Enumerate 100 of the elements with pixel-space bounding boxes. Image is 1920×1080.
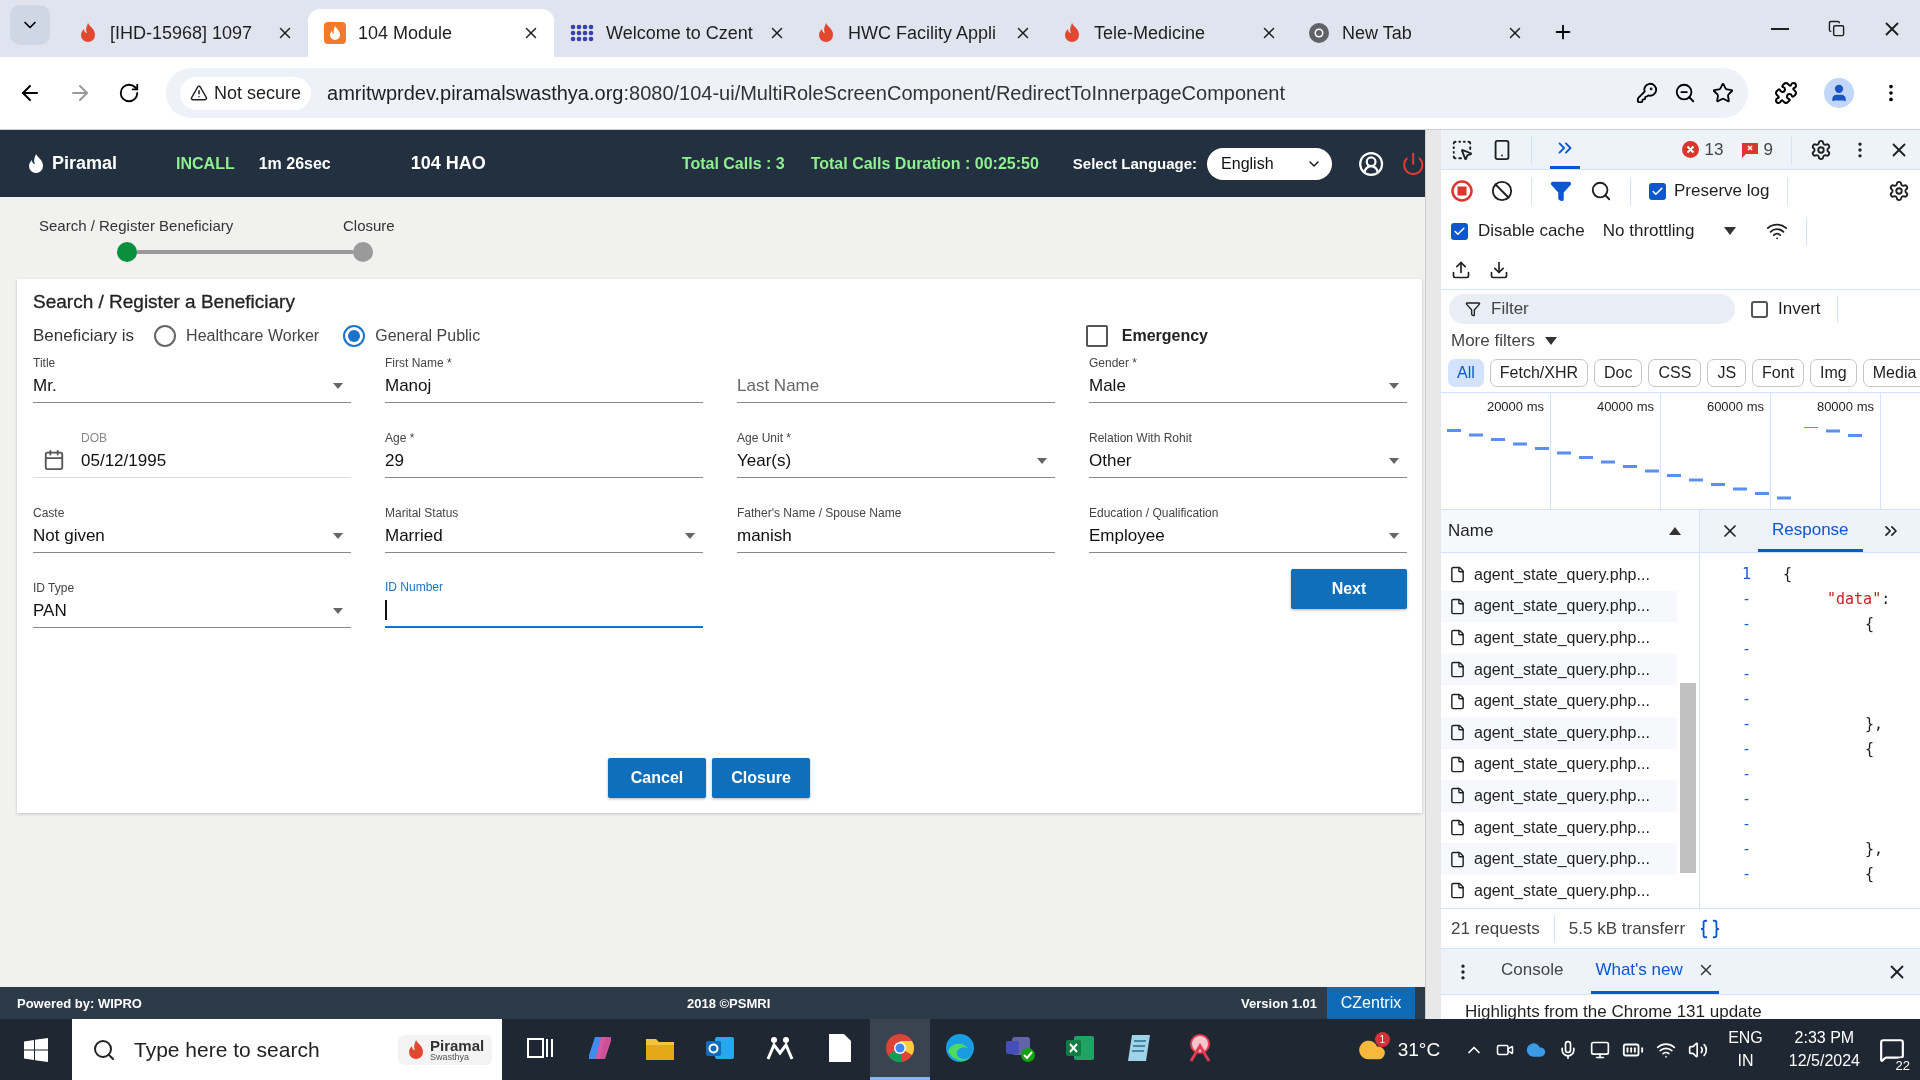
user-icon[interactable] — [1358, 149, 1385, 178]
drawer-tab[interactable]: Console — [1497, 949, 1568, 994]
braces-icon[interactable] — [1699, 917, 1722, 940]
browser-tab[interactable]: New Tab — [1292, 9, 1538, 57]
radio-icon[interactable] — [343, 325, 366, 347]
request-row[interactable]: agent_state_query.php... — [1441, 590, 1677, 623]
record-icon[interactable] — [1451, 180, 1473, 202]
input-field[interactable]: Father's Name / Spouse Name manish — [737, 491, 1055, 553]
zoom-icon[interactable] — [1674, 82, 1696, 104]
star-icon[interactable] — [1712, 82, 1734, 104]
throttling-select[interactable]: No throttling — [1602, 221, 1695, 241]
code-text: }, — [1865, 714, 1884, 733]
settings-icon[interactable] — [1888, 180, 1910, 202]
line-number: - — [1740, 764, 1752, 783]
select-field[interactable]: ID Type PAN — [33, 566, 351, 628]
step-dot[interactable] — [117, 242, 137, 262]
type-filter-chip[interactable]: JS — [1707, 359, 1747, 387]
field-label: Age * — [385, 431, 416, 445]
flame-icon — [324, 22, 346, 44]
select-field[interactable]: Caste Not given — [33, 491, 351, 553]
cancel-button[interactable]: Cancel — [608, 758, 706, 798]
closure-button[interactable]: Closure — [712, 758, 810, 798]
document-icon[interactable] — [828, 1033, 852, 1063]
filter-icon[interactable] — [1550, 180, 1572, 202]
field-label: Education / Qualification — [1089, 506, 1220, 520]
address-field[interactable]: Not secure amritwprdev.piramalswasthya.org:8080/104-ui/MultiRoleScreenComponent/RedirectToInnerpageComponent — [166, 68, 1748, 118]
field-label: ID Number — [385, 580, 444, 594]
download-icon[interactable] — [1489, 259, 1509, 280]
select-field[interactable]: Relation With Rohit Other — [1089, 416, 1407, 478]
language-select[interactable]: English — [1207, 147, 1333, 180]
browser-tab[interactable]: HWC Facility Appli — [800, 9, 1046, 57]
puzzle-icon[interactable] — [1774, 81, 1798, 105]
monitor-icon[interactable] — [1590, 1039, 1611, 1060]
search-highlight[interactable]: Piramal Swasthya — [398, 1034, 493, 1065]
field-label: Relation With Rohit — [1089, 431, 1193, 445]
browser-tab[interactable]: 104 Module — [308, 9, 554, 57]
next-button[interactable]: Next — [1291, 569, 1407, 609]
type-filter-chip[interactable]: CSS — [1648, 359, 1702, 387]
people-icon[interactable] — [765, 1035, 795, 1061]
input-field[interactable]: First Name * Manoj — [385, 341, 703, 403]
error-count[interactable]: 13 — [1681, 139, 1724, 160]
radio-icon[interactable] — [154, 325, 177, 347]
input-field[interactable]: Last Name — [737, 341, 1055, 403]
browser-tab[interactable]: Tele-Medicine — [1046, 9, 1292, 57]
request-row[interactable]: agent_state_query.php... — [1441, 653, 1677, 686]
request-row[interactable]: agent_state_query.php... — [1441, 843, 1677, 875]
issue-count[interactable]: 9 — [1741, 139, 1773, 160]
browser-tab[interactable]: [IHD-15968] 1097 — [62, 9, 308, 57]
spreadsheet-icon[interactable] — [1065, 1034, 1095, 1062]
mail-icon[interactable] — [705, 1034, 735, 1062]
select-field[interactable]: Education / Qualification Employee — [1089, 491, 1407, 553]
type-filter-chip[interactable]: All — [1448, 359, 1484, 387]
input-field[interactable]: ID Number — [385, 566, 703, 628]
calendar-icon[interactable] — [43, 449, 65, 471]
search-icon[interactable] — [1590, 180, 1612, 202]
profile-icon[interactable] — [1824, 78, 1854, 108]
caret-icon[interactable] — [1724, 227, 1737, 235]
task-view-icon[interactable] — [527, 1036, 553, 1060]
windows-icon[interactable] — [24, 1037, 48, 1062]
more-filters-button[interactable]: More filters — [1451, 331, 1536, 351]
disable-cache-checkbox[interactable] — [1451, 222, 1468, 240]
caret-icon — [1037, 458, 1047, 464]
invert-checkbox[interactable] — [1751, 300, 1768, 318]
caret-icon[interactable] — [1545, 337, 1558, 345]
type-filter-chip[interactable]: Fetch/XHR — [1489, 359, 1589, 387]
request-row[interactable]: agent_state_query.php... — [1441, 716, 1677, 749]
select-field[interactable]: Age Unit * Year(s) — [737, 416, 1055, 478]
power-icon[interactable] — [1400, 150, 1425, 177]
step-dot[interactable] — [353, 242, 373, 262]
name-column-header[interactable]: Name — [1448, 521, 1494, 541]
type-filter-chip[interactable]: Font — [1752, 359, 1805, 387]
date-field[interactable]: DOB 05/12/1995 — [33, 416, 351, 478]
security-chip[interactable]: Not secure — [180, 76, 312, 110]
reload-icon[interactable] — [118, 82, 140, 104]
sort-icon[interactable] — [1669, 527, 1681, 535]
select-field[interactable]: Marital Status Married — [385, 491, 703, 553]
inspect-icon[interactable] — [1451, 138, 1473, 161]
temperature[interactable]: 31°C — [1397, 1038, 1441, 1061]
browser-tab[interactable]: Welcome to Czent — [554, 9, 800, 57]
notification-icon[interactable] — [1879, 1036, 1905, 1063]
request-count: 21 requests — [1451, 918, 1540, 939]
input-field[interactable]: Age * 29 — [385, 416, 703, 478]
key-icon[interactable] — [1636, 82, 1658, 104]
restore-icon — [1827, 20, 1845, 37]
type-filter-chip[interactable]: Img — [1810, 359, 1857, 387]
browser-icon[interactable] — [885, 1033, 915, 1063]
type-filter-chip[interactable]: Media — [1862, 359, 1920, 387]
highlights-text: Highlights from the Chrome 131 update — [1465, 1002, 1762, 1022]
clear-icon[interactable] — [1491, 180, 1513, 202]
filter-box[interactable]: Filter — [1449, 294, 1735, 324]
wave-icon[interactable] — [945, 1033, 975, 1063]
clock[interactable]: 2:33 PM 12/5/2024 — [1788, 1027, 1860, 1072]
request-row[interactable]: agent_state_query.php... — [1441, 780, 1677, 812]
preserve-log-checkbox[interactable] — [1649, 182, 1666, 200]
settings-icon[interactable] — [1810, 138, 1832, 161]
filter-field[interactable]: Filter — [1489, 298, 1689, 320]
speaker-icon[interactable] — [1688, 1039, 1709, 1060]
type-filter-chip[interactable]: Doc — [1594, 359, 1643, 387]
language-indicator[interactable]: ENG IN — [1728, 1027, 1763, 1072]
upload-icon[interactable] — [1451, 259, 1471, 280]
